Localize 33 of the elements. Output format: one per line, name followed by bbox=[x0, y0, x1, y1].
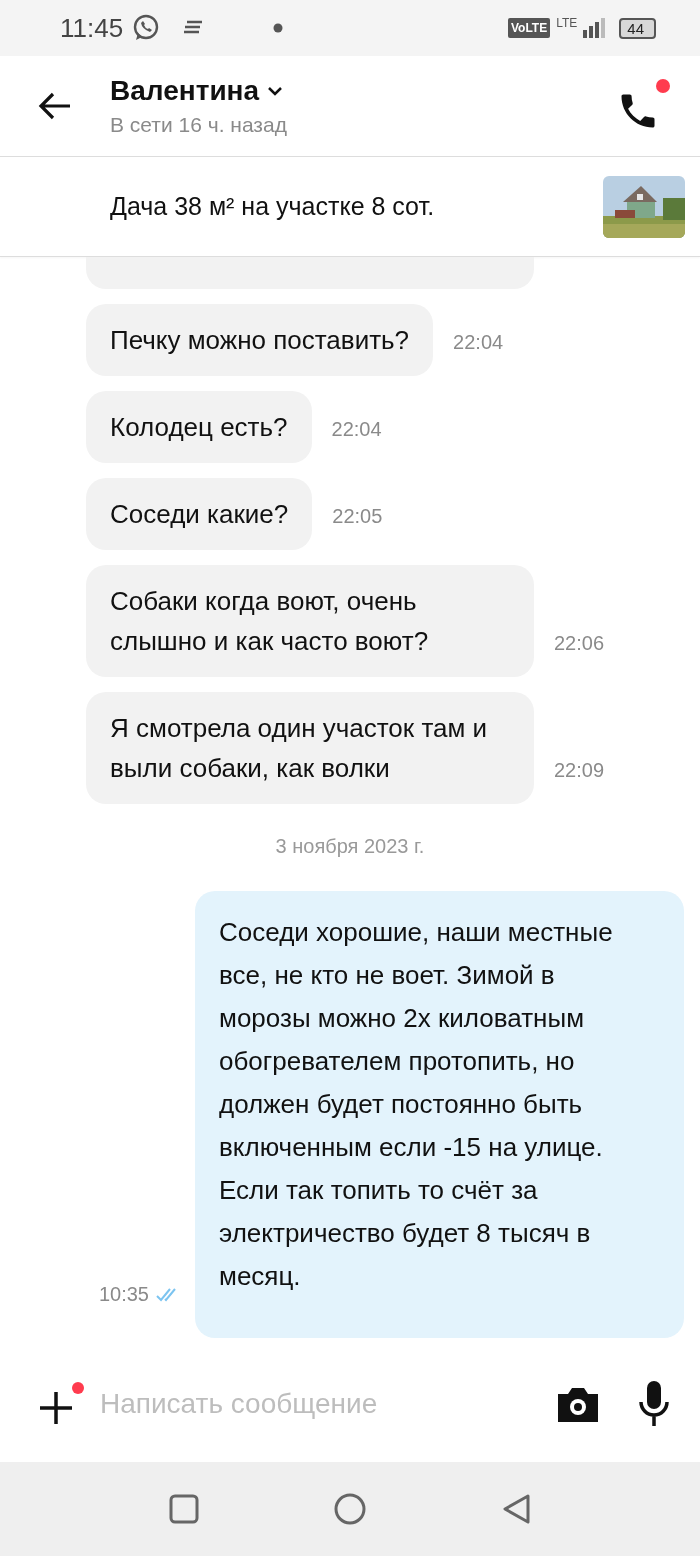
message-time: 10:35 bbox=[98, 1283, 149, 1306]
message-time: 22:05 bbox=[332, 505, 383, 529]
stacked-lines-icon bbox=[183, 20, 204, 36]
contact-name[interactable]: Валентина bbox=[110, 75, 260, 107]
signal-icon bbox=[583, 18, 606, 38]
listing-title[interactable]: Дача 38 м² на участке 8 сот. bbox=[110, 192, 435, 221]
message-bubble: Колодец есть? bbox=[86, 391, 312, 463]
network-label: LTE bbox=[556, 15, 578, 30]
clock-time: 11:45 bbox=[60, 12, 124, 44]
presence-status: В сети 16 ч. назад bbox=[110, 113, 287, 137]
home-circle-icon[interactable] bbox=[334, 1493, 366, 1525]
microphone-icon[interactable] bbox=[638, 1380, 670, 1428]
square-nav-icon[interactable] bbox=[169, 1494, 199, 1524]
message-time: 22:04 bbox=[453, 331, 504, 355]
listing-banner[interactable]: Дача 38 м² на участке 8 сот. bbox=[0, 157, 700, 257]
message-time: 22:09 bbox=[554, 759, 605, 783]
message-bubble: Я смотрела один участок там и выли собаки, как волки bbox=[86, 692, 534, 804]
message-input-field[interactable]: Написать сообщение bbox=[98, 1387, 542, 1421]
battery-indicator: 44 bbox=[619, 17, 656, 39]
message-time: 22:06 bbox=[554, 632, 605, 656]
dot-icon bbox=[273, 23, 284, 33]
message-bubble: Собаки когда воют, очень слышно и как часто воют? bbox=[86, 565, 534, 677]
date-divider: 3 ноября 2023 г. bbox=[275, 835, 425, 858]
plus-icon bbox=[38, 1390, 74, 1426]
message-bubble: Печку можно поставить? bbox=[86, 304, 434, 376]
back-triangle-icon[interactable] bbox=[501, 1493, 531, 1525]
message-time: 22:04 bbox=[331, 418, 382, 442]
back-arrow-icon[interactable] bbox=[38, 92, 72, 120]
message-bubble: Соседи хорошие, наши местные все, не кто не воет. Зимой в морозы можно 2х киловатным обогревателем протопить, но должен будет постоянно быть включенным если -15 на улице. Если так топить то счёт за электричество будет 8 тысяч в месяц. bbox=[195, 891, 684, 1338]
attach-button[interactable] bbox=[38, 1382, 84, 1426]
message-bubble: Соседи какие? bbox=[86, 478, 313, 550]
volte-badge: VoLTE bbox=[507, 18, 551, 38]
chevron-down-icon[interactable] bbox=[267, 86, 284, 96]
